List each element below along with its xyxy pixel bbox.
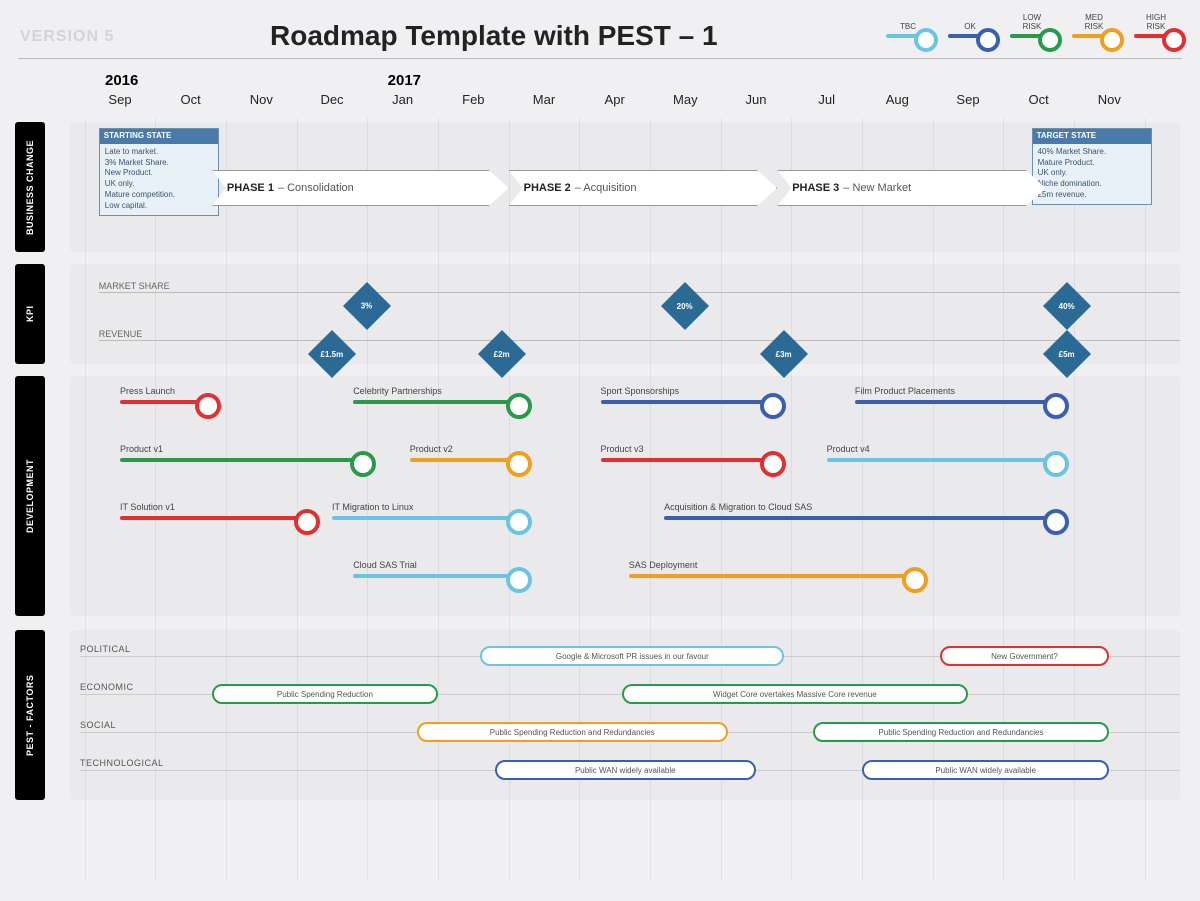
- pest-factor: Public Spending Reduction and Redundanci…: [417, 722, 728, 742]
- track-label: Product v2: [410, 444, 453, 454]
- track-bar: [629, 574, 919, 578]
- month-row: Sep Oct Nov Dec Jan Feb Mar Apr May Jun Jul Aug Sep O…: [80, 92, 1180, 118]
- track-label: Celebrity Partnerships: [353, 386, 442, 396]
- divider: [18, 58, 1182, 59]
- starting-state-box: STARTING STATELate to market.3% Market S…: [99, 128, 219, 216]
- phase-arrow: PHASE 2 – Acquisition: [509, 170, 778, 206]
- year-label: 2016: [105, 72, 138, 89]
- track-bar: [353, 574, 523, 578]
- legend-item-low: LOW RISK: [1010, 14, 1054, 38]
- target-state-box: TARGET STATE40% Market Share.Mature Prod…: [1032, 128, 1152, 205]
- month-label: Jul: [818, 92, 835, 107]
- track-bar: [332, 516, 523, 520]
- swimlane-business-change: BUSINESS CHANGE: [15, 122, 45, 252]
- year-row: 2016 2017: [80, 72, 1180, 90]
- legend-bar-icon: [1010, 34, 1054, 38]
- pest-factor: New Government?: [940, 646, 1110, 666]
- pest-factor: Widget Core overtakes Massive Core reven…: [622, 684, 968, 704]
- track-label: Sport Sponsorships: [601, 386, 680, 396]
- pest-factor: Public Spending Reduction and Redundanci…: [813, 722, 1110, 742]
- track-bar: [120, 516, 311, 520]
- pest-factor: Public WAN widely available: [862, 760, 1109, 780]
- legend-item-med: MED RISK: [1072, 14, 1116, 38]
- kpi-row-label: REVENUE: [99, 329, 143, 339]
- track-label: IT Solution v1: [120, 502, 175, 512]
- section-kpi: KPI MARKET SHARE3%20%40%REVENUE£1.5m£2m£…: [80, 264, 1180, 364]
- phase-arrow: PHASE 1 – Consolidation: [212, 170, 509, 206]
- month-label: Aug: [886, 92, 909, 107]
- pest-row-label: ECONOMIC: [80, 682, 134, 692]
- month-label: Dec: [320, 92, 343, 107]
- section-pest: PEST - FACTORS POLITICALECONOMICSOCIALTE…: [80, 630, 1180, 800]
- track-label: Product v1: [120, 444, 163, 454]
- phase-arrow: PHASE 3 – New Market: [777, 170, 1046, 206]
- pest-row-label: SOCIAL: [80, 720, 116, 730]
- legend-bar-icon: [948, 34, 992, 38]
- swimlane-kpi: KPI: [15, 264, 45, 364]
- kpi-row-label: MARKET SHARE: [99, 281, 170, 291]
- track-label: Acquisition & Migration to Cloud SAS: [664, 502, 812, 512]
- year-label: 2017: [388, 72, 421, 89]
- track-label: Product v4: [827, 444, 870, 454]
- track-label: IT Migration to Linux: [332, 502, 413, 512]
- month-label: Sep: [956, 92, 979, 107]
- month-label: Jan: [392, 92, 413, 107]
- version-label: VERSION 5: [20, 28, 114, 46]
- track-label: Film Product Placements: [855, 386, 955, 396]
- track-bar: [120, 458, 367, 462]
- pest-factor: Public Spending Reduction: [212, 684, 438, 704]
- legend-item-high: HIGH RISK: [1134, 14, 1178, 38]
- track-bar: [664, 516, 1060, 520]
- track-bar: [120, 400, 212, 404]
- month-label: Oct: [181, 92, 201, 107]
- track-bar: [353, 400, 523, 404]
- track-label: Product v3: [601, 444, 644, 454]
- track-bar: [855, 400, 1060, 404]
- month-label: Sep: [108, 92, 131, 107]
- month-label: Oct: [1029, 92, 1049, 107]
- page-title: Roadmap Template with PEST – 1: [270, 20, 718, 52]
- legend: TBC OK LOW RISK MED RISK HIGH RISK: [886, 14, 1178, 38]
- track-bar: [601, 458, 778, 462]
- legend-item-tbc: TBC: [886, 23, 930, 38]
- month-label: Nov: [1098, 92, 1121, 107]
- track-bar: [601, 400, 778, 404]
- timeline-area: 2016 2017 Sep Oct Nov Dec Jan Feb Mar Apr May Jun J…: [80, 72, 1180, 881]
- month-label: Mar: [533, 92, 555, 107]
- legend-bar-icon: [1134, 34, 1178, 38]
- month-label: Apr: [605, 92, 625, 107]
- pest-factor: Google & Microsoft PR issues in our favo…: [480, 646, 784, 666]
- track-label: Press Launch: [120, 386, 175, 396]
- pest-factor: Public WAN widely available: [495, 760, 756, 780]
- track-bar: [827, 458, 1060, 462]
- swimlane-pest: PEST - FACTORS: [15, 630, 45, 800]
- pest-row-label: TECHNOLOGICAL: [80, 758, 164, 768]
- section-business-change: BUSINESS CHANGE STARTING STATELate to ma…: [80, 122, 1180, 252]
- month-label: Nov: [250, 92, 273, 107]
- legend-label: LOW RISK: [1023, 14, 1042, 32]
- section-development: DEVELOPMENT Press LaunchCelebrity Partne…: [80, 376, 1180, 616]
- track-bar: [410, 458, 523, 462]
- legend-label: TBC: [900, 23, 916, 32]
- legend-label: HIGH RISK: [1146, 14, 1166, 32]
- legend-item-ok: OK: [948, 23, 992, 38]
- legend-bar-icon: [886, 34, 930, 38]
- track-label: Cloud SAS Trial: [353, 560, 417, 570]
- swimlane-development: DEVELOPMENT: [15, 376, 45, 616]
- legend-bar-icon: [1072, 34, 1116, 38]
- legend-label: OK: [964, 23, 976, 32]
- month-label: Jun: [746, 92, 767, 107]
- month-label: May: [673, 92, 698, 107]
- pest-row-label: POLITICAL: [80, 644, 131, 654]
- track-label: SAS Deployment: [629, 560, 698, 570]
- month-label: Feb: [462, 92, 484, 107]
- legend-label: MED RISK: [1085, 14, 1104, 32]
